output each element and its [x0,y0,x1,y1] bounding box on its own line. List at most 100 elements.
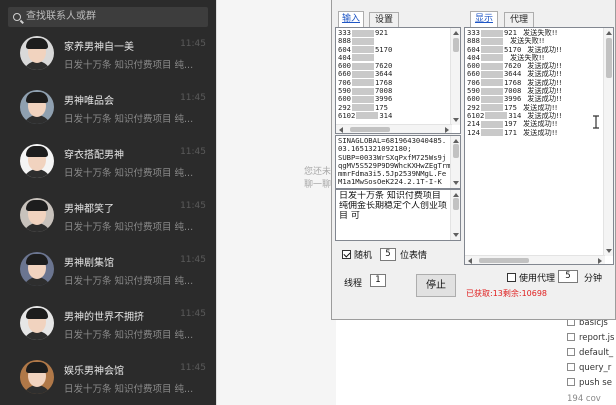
chat-name: 男神唯品会 [64,96,114,107]
file-checkbox[interactable] [567,378,575,386]
send-result: 发送成功!! [527,45,562,54]
number-prefix: 404 [338,53,351,62]
input-line: 604 5170 [338,46,458,54]
number-prefix: 604 [338,45,351,54]
number-prefix: 706 [467,78,480,87]
input-list[interactable]: 333 921 888 604 5170 404 600 7620 660 3644 706 1768… [335,27,461,134]
number-suffix: 1768 [503,78,522,87]
chat-item[interactable]: 男神都笑了 11:45 日发十万条 知识付费项目 纯... [0,188,216,243]
chat-name: 男神的世界不拥挤 [64,312,144,323]
stop-button[interactable]: 停止 [416,274,456,297]
chat-item[interactable]: 男神的世界不拥挤 11:45 日发十万条 知识付费项目 纯... [0,296,216,351]
input-line: 590 7008 [338,87,458,95]
redacted-block [351,46,374,54]
input-line: 600 3996 [338,95,458,103]
redacted-block [480,87,503,95]
chat-preview: 日发十万条 知识付费项目 纯... [64,384,194,395]
cookie-scrollbar[interactable] [450,136,460,188]
number-suffix: 314 [508,111,522,120]
use-proxy-checkbox[interactable] [507,273,516,282]
send-result: 发送失败!! [509,37,545,46]
output-scrollbar[interactable] [603,28,613,256]
output-line: 590 7008 发送成功!! [467,87,611,95]
chat-empty-hint: 您还未 聊一聊 [304,166,331,192]
file-item[interactable]: report.js [567,333,614,343]
cookie-line: 03.1651321092180; [338,145,412,154]
hint-line: 聊一聊 [304,180,332,190]
random-count-input[interactable]: 5 [380,248,396,261]
output-list[interactable]: 333 921 发送失败!! 888 发送失败!! 604 5170 发送成功!! 404 发送失… [464,27,614,265]
file-checkbox[interactable] [567,348,575,356]
number-suffix: 3644 [374,70,393,79]
file-checkbox[interactable] [567,333,575,341]
random-label: 随机 [354,251,373,261]
send-result: 发送成功!! [527,78,562,87]
proxy-interval-input[interactable]: 5 [558,270,578,283]
number-suffix: 3996 [503,95,522,104]
avatar [20,306,54,340]
search-input[interactable]: 查找联系人或群 [8,7,208,27]
chat-time: 11:45 [180,147,206,157]
chat-name: 娱乐男神会馆 [64,366,124,377]
file-item[interactable]: query_r [567,363,611,373]
use-proxy-label: 使用代理 [519,274,556,284]
output-line: 292 175 发送成功!! [467,104,611,112]
chat-time: 11:45 [180,255,206,265]
send-result: 发送失败!! [522,29,558,37]
input-hscrollbar[interactable] [336,124,452,133]
chat-item[interactable]: 男神剧集馆 11:45 日发十万条 知识付费项目 纯... [0,242,216,297]
input-line: 333 921 [338,29,458,37]
file-checkbox[interactable] [567,363,575,371]
chat-area [216,0,336,405]
chat-time: 11:45 [180,39,206,49]
redacted-block [480,95,503,103]
file-item[interactable]: default_ [567,348,613,358]
tab-settings[interactable]: 设置 [369,12,399,27]
number-suffix: 5170 [503,45,522,54]
chat-name: 家养男神自一美 [64,42,134,53]
send-result: 发送成功!! [527,95,562,104]
tab-proxy[interactable]: 代理 [504,12,534,27]
chat-item[interactable]: 男神唯品会 11:45 日发十万条 知识付费项目 纯... [0,80,216,135]
chat-item[interactable]: 穿衣搭配男神 11:45 日发十万条 知识付费项目 纯... [0,134,216,189]
input-scrollbar[interactable] [450,28,460,125]
redacted-block [480,37,503,45]
message-line: 纯佣金长期稳定个人创业项 [339,201,448,211]
avatar [20,360,54,394]
tab-input[interactable]: 输入 [338,11,364,27]
message-box[interactable]: 日发十万条 知识付费项目 纯佣金长期稳定个人创业项 目 可 [335,189,461,241]
chat-item[interactable]: 娱乐男神会馆 11:45 日发十万条 知识付费项目 纯... [0,350,216,405]
output-line: 604 5170 发送成功!! [467,46,611,54]
send-result: 发送成功!! [522,120,558,129]
send-result: 发送成功!! [527,111,562,120]
number-prefix: 6102 [467,111,485,120]
number-suffix: 3644 [503,70,522,79]
number-suffix: 197 [503,120,517,129]
chat-item[interactable]: 家养男神自一美 11:45 日发十万条 知识付费项目 纯... [0,26,216,81]
message-line: 目 可 [339,211,360,221]
redacted-block [480,70,503,78]
number-prefix: 590 [338,87,351,96]
redacted-block [480,62,503,70]
output-hscrollbar[interactable] [465,255,605,264]
random-checkbox[interactable] [342,250,351,259]
output-line: 214 197 发送成功!! [467,120,611,128]
cookie-box[interactable]: SINAGLOBAL=6819643040485. 03.16513210921… [335,135,461,189]
number-prefix: 888 [467,37,480,46]
message-scrollbar[interactable] [450,190,460,240]
number-prefix: 333 [338,29,351,37]
number-prefix: 333 [467,29,480,37]
file-list: basicjs report.js default_ query_r push … [556,314,616,405]
file-item[interactable]: 194 cov [567,394,601,404]
send-result: 发送成功!! [527,70,562,79]
thread-count-input[interactable]: 1 [370,274,386,287]
send-result: 发送失败!! [509,53,545,62]
number-prefix: 600 [338,95,351,104]
number-prefix: 600 [467,62,480,71]
file-item[interactable]: push se [567,378,612,388]
number-suffix: 3996 [374,95,393,104]
redacted-block [351,54,374,62]
chat-preview: 日发十万条 知识付费项目 纯... [64,168,194,179]
number-prefix: 6102 [338,111,356,120]
tab-display[interactable]: 显示 [470,11,498,27]
